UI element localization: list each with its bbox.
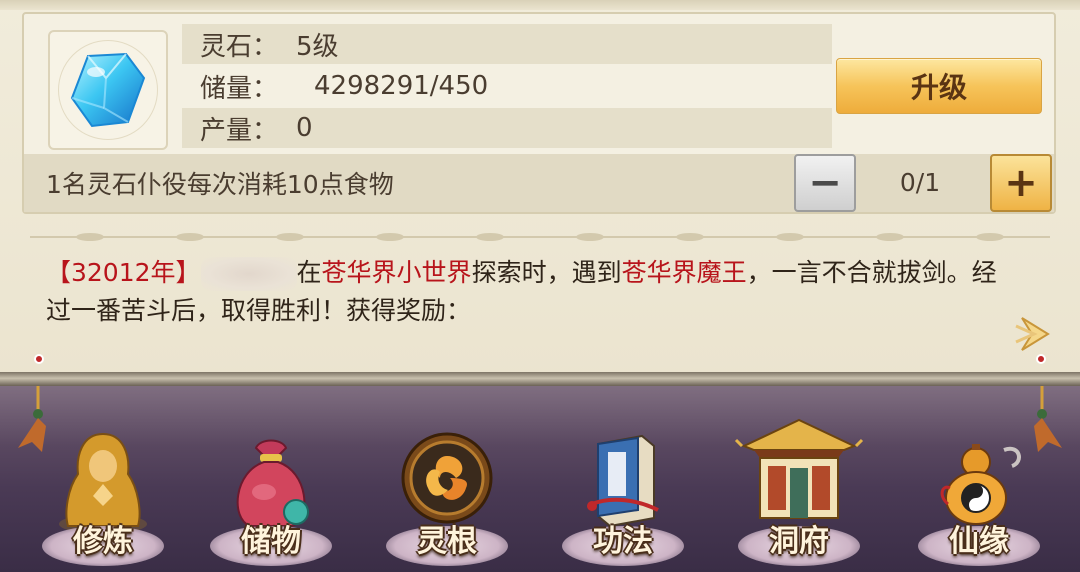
panel-top-border — [0, 0, 1080, 10]
servant-count: 0/1 — [899, 168, 941, 197]
log-text-in: 在 — [296, 258, 322, 287]
scroll-pin-left — [34, 354, 44, 364]
player-name-blurred — [200, 257, 297, 291]
nav-item-techniques[interactable]: 功法 — [548, 426, 698, 572]
servant-minus-button[interactable]: − — [794, 154, 856, 212]
info-panel: 灵石： 5级 储量： 4298291/450 产量： 0 升级 1名灵石仆役每次… — [0, 0, 1080, 380]
upgrade-button[interactable]: 升级 — [836, 58, 1042, 114]
next-page-arrow-icon[interactable] — [1014, 312, 1058, 356]
ornament-divider — [30, 233, 1050, 241]
servant-description: 1名灵石仆役每次消耗10点食物 — [46, 170, 394, 199]
stat-output-row: 产量： 0 — [182, 108, 832, 148]
nav-label-immortal-fate: 仙缘 — [949, 524, 1009, 559]
stat-output-label: 产量： — [200, 115, 279, 146]
nav-label-cave-dwelling: 洞府 — [769, 524, 829, 559]
building-icon-frame — [48, 30, 168, 150]
log-place: 苍华界小世界 — [321, 258, 472, 287]
stat-level-value: 5级 — [296, 31, 339, 62]
nav-item-cave-dwelling[interactable]: 洞府 — [724, 406, 874, 572]
stat-storage-label: 储量： — [200, 73, 279, 104]
scroll-pin-right — [1036, 354, 1046, 364]
nav-item-spirit-root[interactable]: 灵根 — [372, 426, 522, 572]
nav-item-storage[interactable]: 储物 — [196, 426, 346, 572]
spirit-stone-gem-icon — [70, 52, 146, 128]
stat-storage-value: 4298291/450 — [314, 71, 489, 101]
log-enemy: 苍华界魔王 — [621, 258, 747, 287]
stat-storage-row: 储量： 4298291/450 — [182, 66, 832, 106]
nav-label-cultivate: 修炼 — [73, 524, 133, 559]
stat-level-row: 灵石： 5级 — [182, 24, 832, 64]
log-year: 【32012年】 — [46, 258, 201, 287]
servant-plus-button[interactable]: + — [990, 154, 1052, 212]
scroll-rod — [0, 372, 1080, 386]
stat-level-label: 灵石： — [200, 31, 279, 62]
nav-label-spirit-root: 灵根 — [417, 524, 477, 559]
nav-label-storage: 储物 — [241, 524, 301, 559]
nav-item-cultivate[interactable]: 修炼 — [28, 426, 178, 572]
nav-item-immortal-fate[interactable]: 仙缘 — [904, 426, 1054, 572]
bottom-navigation: 修炼 储物 灵根 功法 洞府 仙缘 — [0, 386, 1080, 572]
nav-label-techniques: 功法 — [593, 524, 653, 559]
event-log: 【32012年】 在苍华界小世界探索时，遇到苍华界魔王，一言不合就拔剑。经过一番苦… — [46, 254, 1006, 330]
stat-output-value: 0 — [296, 113, 313, 143]
log-text-explore: 探索时，遇到 — [471, 258, 622, 287]
